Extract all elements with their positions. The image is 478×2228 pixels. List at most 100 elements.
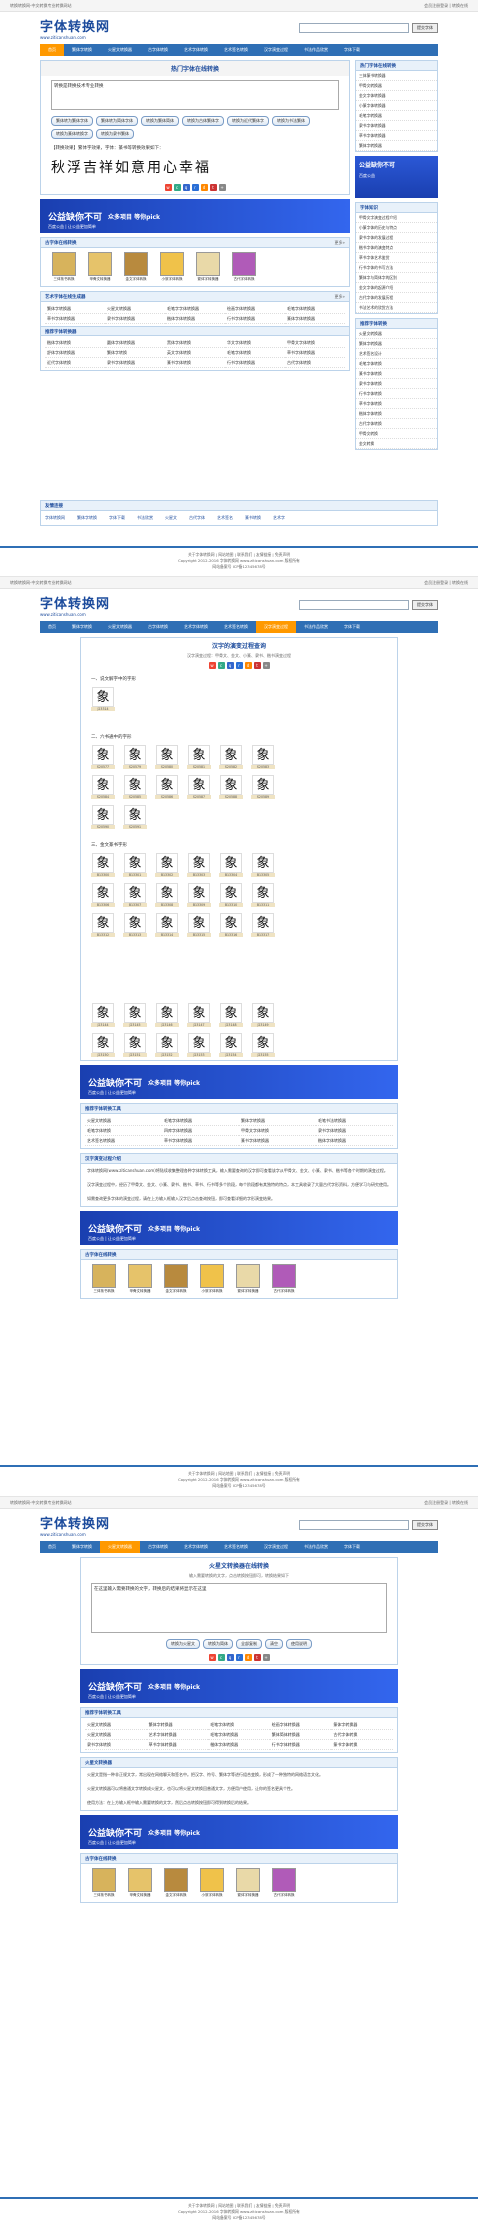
tool-link[interactable]: 楷体字体转换器	[208, 1740, 270, 1750]
share-more-icon[interactable]: +	[262, 662, 270, 669]
font-thumb[interactable]: 甲骨文转换器	[85, 252, 115, 282]
font-link[interactable]: 黑体字体转换	[165, 338, 225, 348]
font-link[interactable]: 草书字体转换器	[45, 314, 105, 324]
news-item[interactable]: 小篆字体的历史与特点	[356, 223, 437, 233]
news-item[interactable]: 行书字体的书写方法	[356, 263, 437, 273]
tool-link[interactable]: 火星文转换器	[85, 1116, 162, 1126]
tool-link[interactable]: 毛笔书法转换器	[316, 1116, 393, 1126]
tool-link[interactable]: 甲骨文字体转换	[239, 1126, 316, 1136]
share-qzone-icon[interactable]: q	[226, 1654, 234, 1661]
share-more-icon[interactable]: +	[218, 184, 226, 191]
search-input[interactable]	[299, 23, 409, 33]
friend-link[interactable]: 火星文	[165, 515, 177, 521]
share-wechat-icon[interactable]: c	[173, 184, 181, 191]
share-renren-icon[interactable]: r	[235, 662, 243, 669]
nav-item[interactable]: 艺术字体转换	[176, 44, 216, 56]
share-more-icon[interactable]: +	[262, 1654, 270, 1661]
rec-item[interactable]: 艺术签名设计	[356, 349, 437, 359]
nav-item[interactable]: 汉字演变过程	[256, 1541, 296, 1553]
share-douban-icon[interactable]: d	[244, 1654, 252, 1661]
rec-item[interactable]: 火星文转换器	[356, 329, 437, 339]
share-tqq-icon[interactable]: t	[253, 662, 261, 669]
text-input[interactable]: 在这里输入需要转换的文字，转换后的结果将显示在这里	[91, 1583, 387, 1633]
text-input[interactable]: 转换是转换技术专业转换	[51, 80, 339, 110]
ad-banner[interactable]: 公益缺你不可 众多项目 等你pick 百度公益 | 让公益更加简单	[80, 1211, 398, 1245]
friend-link[interactable]: 书法欣赏	[137, 515, 153, 521]
nav-item[interactable]: 繁体字转换	[64, 621, 100, 633]
topbar-right-links[interactable]: 会员注册登录 | 转换在线	[424, 1500, 468, 1505]
sidebar-item[interactable]: 小篆字体转换器	[356, 101, 437, 111]
nav-item[interactable]: 火星文转换器	[100, 621, 140, 633]
font-link[interactable]: 行书字体转换器	[225, 358, 285, 368]
font-thumb[interactable]: 三体篆书转换	[89, 1264, 119, 1294]
nav-item[interactable]: 繁体字转换	[64, 44, 100, 56]
search-button[interactable]: 提交字体	[412, 1520, 438, 1530]
font-thumb[interactable]: 金文字体转换	[161, 1264, 191, 1294]
tool-link[interactable]: 繁体字转换器	[146, 1720, 209, 1730]
font-link[interactable]: 繁体字转换	[105, 348, 165, 358]
sidebar-item[interactable]: 隶书字体转换器	[356, 121, 437, 131]
share-douban-icon[interactable]: d	[244, 662, 252, 669]
font-link[interactable]: 楷体字体转换	[45, 338, 105, 348]
nav-item[interactable]: 艺术签名转换	[216, 44, 256, 56]
font-link[interactable]: 圆体字体转换器	[105, 338, 165, 348]
nav-item[interactable]: 汉字演变过程	[256, 44, 296, 56]
search-button[interactable]: 提交字体	[412, 23, 438, 33]
ad-banner[interactable]: 公益缺你不可 众多项目 等你pick 百度公益 | 让公益更加简单	[40, 199, 350, 233]
share-wechat-icon[interactable]: c	[217, 662, 225, 669]
news-item[interactable]: 楷书字体的演变特点	[356, 243, 437, 253]
topbar-right-links[interactable]: 会员注册登录 | 转换在线	[424, 580, 468, 585]
tool-link[interactable]: 隶书字体转换	[85, 1740, 147, 1750]
font-thumb[interactable]: 甲骨文转换器	[125, 1868, 155, 1898]
news-item[interactable]: 草书字体艺术鉴赏	[356, 253, 437, 263]
ad-banner[interactable]: 公益缺你不可 众多项目 等你pick 百度公益 | 让公益更加简单	[80, 1065, 398, 1099]
friend-link[interactable]: 字体下载	[109, 515, 125, 521]
share-weibo-icon[interactable]: w	[208, 1654, 216, 1661]
font-thumb[interactable]: 古代字体转换	[229, 252, 259, 282]
share-weibo-icon[interactable]: w	[208, 662, 216, 669]
font-link[interactable]: 隶书字体转换器	[105, 358, 165, 368]
site-logo[interactable]: 字体转换网 www.ziticanshuan.com	[40, 593, 110, 617]
rec-item[interactable]: 行书字体转换	[356, 389, 437, 399]
nav-item[interactable]: 书法作品欣赏	[296, 621, 336, 633]
tool-link[interactable]: 火星文转换器	[85, 1730, 147, 1740]
font-thumb[interactable]: 甲骨文转换器	[125, 1264, 155, 1294]
font-thumb[interactable]: 金文字体转换	[161, 1868, 191, 1898]
tool-link[interactable]: 毛笔字体转换器	[162, 1116, 239, 1126]
search-input[interactable]	[299, 1520, 409, 1530]
nav-item[interactable]: 火星文转换器	[100, 44, 140, 56]
font-thumb[interactable]: 古代字体转换	[269, 1264, 299, 1294]
sidebar-item[interactable]: 三体篆书转换器	[356, 71, 437, 81]
font-link[interactable]: 毛笔字字体转换器	[165, 304, 225, 314]
convert-button[interactable]: 转换为篆体转换字	[51, 129, 93, 139]
tool-link[interactable]: 草书字体转换器	[162, 1136, 239, 1146]
tool-link[interactable]: 四库字体转换器	[162, 1126, 239, 1136]
sidebar-ad[interactable]: 公益缺你不可 百度公益	[355, 156, 438, 198]
tool-link[interactable]: 篆体字转换器	[331, 1720, 393, 1730]
nav-item[interactable]: 字体下载	[336, 621, 368, 633]
tool-link[interactable]: 行书字体转换器	[269, 1740, 332, 1750]
font-thumb[interactable]: 繁体字转换器	[233, 1264, 263, 1294]
nav-item[interactable]: 首页	[40, 1541, 64, 1553]
tool-link[interactable]: 古代字体转换	[331, 1730, 393, 1740]
rec-item[interactable]: 楷体字体转换	[356, 409, 437, 419]
font-link[interactable]: 毛笔字体转换器	[285, 304, 345, 314]
tool-link[interactable]: 艺术字体转换器	[146, 1730, 209, 1740]
rec-item[interactable]: 隶书字体转换	[356, 379, 437, 389]
font-link[interactable]: 英文字体转换	[165, 348, 225, 358]
sidebar-item[interactable]: 甲骨文转换器	[356, 81, 437, 91]
tool-link[interactable]: 火星文转换器	[85, 1720, 147, 1730]
share-tqq-icon[interactable]: t	[209, 184, 217, 191]
copy-button[interactable]: 全部复制	[236, 1639, 262, 1649]
topbar-right-links[interactable]: 会员注册登录 | 转换在线	[424, 3, 468, 8]
rec-item[interactable]: 篆书字体转换	[356, 369, 437, 379]
font-link[interactable]: 古代字体转换	[285, 358, 345, 368]
font-thumb[interactable]: 小篆字体转换	[157, 252, 187, 282]
convert-button[interactable]: 转换为书法繁体	[272, 116, 310, 126]
font-link[interactable]: 篆体字体转换器	[285, 314, 345, 324]
tool-link[interactable]: 艺术签名转换器	[85, 1136, 162, 1146]
news-item[interactable]: 金文字体的起源介绍	[356, 283, 437, 293]
share-douban-icon[interactable]: d	[200, 184, 208, 191]
font-thumb[interactable]: 三体篆书转换	[49, 252, 79, 282]
tool-link[interactable]: 草书字体转换器	[146, 1740, 209, 1750]
